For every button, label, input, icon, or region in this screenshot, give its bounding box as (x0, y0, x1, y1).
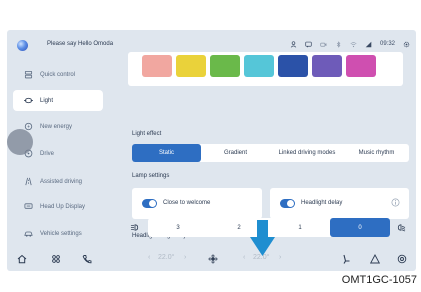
sidebar-item-label: Drive (40, 150, 55, 157)
sidebar-item-label: Quick control (40, 71, 76, 78)
hazard-icon[interactable] (370, 254, 380, 264)
wifi-icon (350, 41, 357, 47)
phone-icon[interactable] (82, 254, 92, 264)
sidebar-item-head-up-display[interactable]: Head Up Display (13, 196, 103, 217)
sidebar-item-label: Assisted driving (40, 178, 83, 185)
light-effect-title: Light effect (132, 131, 162, 137)
sidebar-item-label: Light (40, 97, 54, 104)
headlight-delay-toggle[interactable] (280, 199, 295, 208)
bottom-dock: ‹ 22.0° › ‹ 22.0° › (7, 247, 416, 271)
color-swatch[interactable] (142, 55, 172, 77)
close-to-welcome-toggle[interactable] (142, 199, 157, 208)
bluetooth-icon (336, 40, 341, 48)
sidebar-item-label: New energy (40, 123, 73, 130)
toggle-knob (287, 200, 294, 207)
color-swatch[interactable] (210, 55, 240, 77)
apps-grid-icon[interactable] (51, 254, 61, 264)
message-icon (305, 41, 312, 48)
settings-gear-icon[interactable] (403, 41, 410, 48)
light-icon (24, 97, 33, 104)
light-effect-selector: Static Gradient Linked driving modes Mus… (132, 144, 409, 162)
headlight-level-1[interactable]: 1 (270, 218, 330, 237)
headlight-delay-label: Headlight delay (301, 200, 343, 206)
headlight-low-beam-icon (397, 224, 406, 232)
hud-icon (24, 203, 33, 209)
vehicle-settings-icon (24, 231, 33, 237)
sidebar-item-vehicle-settings[interactable]: Vehicle settings (13, 223, 103, 244)
sidebar-item-light[interactable]: Light (13, 90, 103, 111)
seat-icon[interactable] (341, 254, 351, 264)
right-temp-down-button[interactable]: ‹ (243, 254, 245, 261)
voice-assistant-icon[interactable] (17, 40, 28, 51)
fan-icon[interactable] (208, 254, 218, 264)
signal-icon (365, 41, 372, 47)
driver-temperature: 22.0° (158, 254, 175, 261)
lamp-settings-title: Lamp settings (132, 173, 170, 179)
left-temp-up-button[interactable]: › (184, 254, 186, 261)
color-swatch[interactable] (176, 55, 206, 77)
ambient-color-picker (128, 52, 403, 86)
info-icon[interactable] (391, 198, 400, 207)
sidebar-item-quick-control[interactable]: Quick control (13, 64, 103, 85)
light-effect-gradient[interactable]: Gradient (201, 144, 270, 162)
voice-greeting: Please say Hello Omoda (47, 41, 114, 47)
user-icon (290, 40, 297, 48)
close-to-welcome-label: Close to welcome (163, 200, 211, 206)
infotainment-screen: Please say Hello Omoda 09:32 Quick contr… (7, 30, 416, 271)
camera-icon (320, 42, 327, 47)
floating-assistive-button[interactable] (7, 129, 33, 155)
right-temp-up-button[interactable]: › (279, 254, 281, 261)
sidebar-item-assisted-driving[interactable]: Assisted driving (13, 171, 103, 192)
quick-control-icon (24, 70, 33, 79)
figure-code: OMT1GC-1057 (341, 274, 417, 286)
headlight-level-0[interactable]: 0 (330, 218, 390, 237)
power-icon[interactable] (397, 254, 407, 264)
sidebar-item-label: Vehicle settings (40, 230, 82, 237)
passenger-temperature: 22.0° (253, 254, 270, 261)
left-temp-down-button[interactable]: ‹ (148, 254, 150, 261)
headlight-level-3[interactable]: 3 (148, 218, 208, 237)
home-icon[interactable] (17, 254, 27, 264)
light-settings-panel: Light effect Static Gradient Linked driv… (116, 52, 416, 242)
color-swatch[interactable] (244, 55, 274, 77)
toggle-knob (149, 200, 156, 207)
status-icons: 09:32 (290, 40, 410, 48)
clock: 09:32 (379, 41, 395, 47)
assisted-driving-icon (25, 177, 32, 186)
close-to-welcome-card: Close to welcome (132, 188, 262, 219)
light-effect-music-rhythm[interactable]: Music rhythm (344, 144, 409, 162)
light-effect-static[interactable]: Static (132, 144, 201, 162)
headlight-high-beam-icon (130, 224, 139, 231)
headlight-delay-card: Headlight delay (270, 188, 409, 219)
light-effect-linked-driving-modes[interactable]: Linked driving modes (270, 144, 344, 162)
color-swatch[interactable] (346, 55, 376, 77)
color-swatch[interactable] (312, 55, 342, 77)
sidebar-item-label: Head Up Display (40, 203, 86, 210)
color-swatch[interactable] (278, 55, 308, 77)
